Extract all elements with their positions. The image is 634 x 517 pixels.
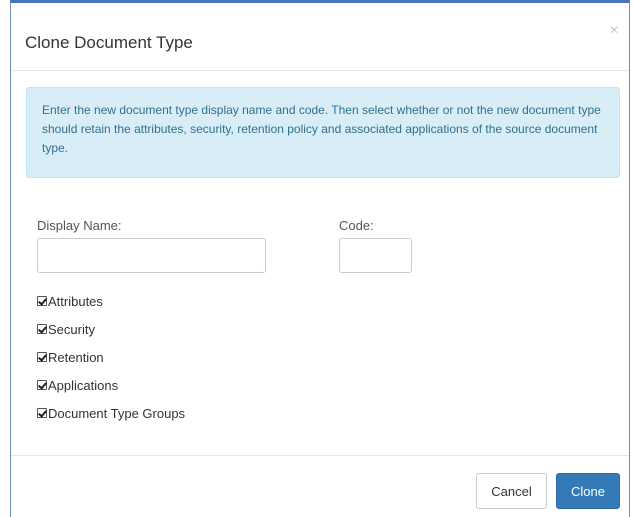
info-alert: Enter the new document type display name… — [26, 87, 620, 178]
clone-document-type-dialog: Clone Document Type × Enter the new docu… — [10, 0, 630, 517]
applications-option[interactable]: Applications — [37, 377, 118, 393]
dialog-title: Clone Document Type — [25, 33, 193, 52]
document-type-groups-checkbox[interactable] — [37, 408, 47, 418]
document-type-groups-option[interactable]: Document Type Groups — [37, 405, 185, 421]
attributes-checkbox[interactable] — [37, 296, 47, 306]
code-input[interactable] — [339, 238, 412, 273]
dialog-header: Clone Document Type × — [11, 3, 629, 71]
applications-checkbox[interactable] — [37, 380, 47, 390]
clone-button[interactable]: Clone — [556, 473, 620, 509]
display-name-label: Display Name: — [37, 218, 122, 233]
footer-divider — [11, 455, 629, 456]
close-icon[interactable]: × — [610, 23, 619, 39]
applications-label: Applications — [48, 377, 119, 393]
attributes-label: Attributes — [48, 293, 103, 309]
code-label: Code: — [339, 218, 374, 233]
security-label: Security — [48, 321, 95, 337]
info-message: Enter the new document type display name… — [42, 103, 601, 155]
attributes-option[interactable]: Attributes — [37, 293, 103, 309]
document-type-groups-label: Document Type Groups — [48, 405, 186, 421]
security-option[interactable]: Security — [37, 321, 95, 337]
cancel-button[interactable]: Cancel — [476, 473, 547, 509]
security-checkbox[interactable] — [37, 324, 47, 334]
retention-checkbox[interactable] — [37, 352, 47, 362]
retention-label: Retention — [48, 349, 104, 365]
display-name-input[interactable] — [37, 238, 266, 273]
retention-option[interactable]: Retention — [37, 349, 104, 365]
